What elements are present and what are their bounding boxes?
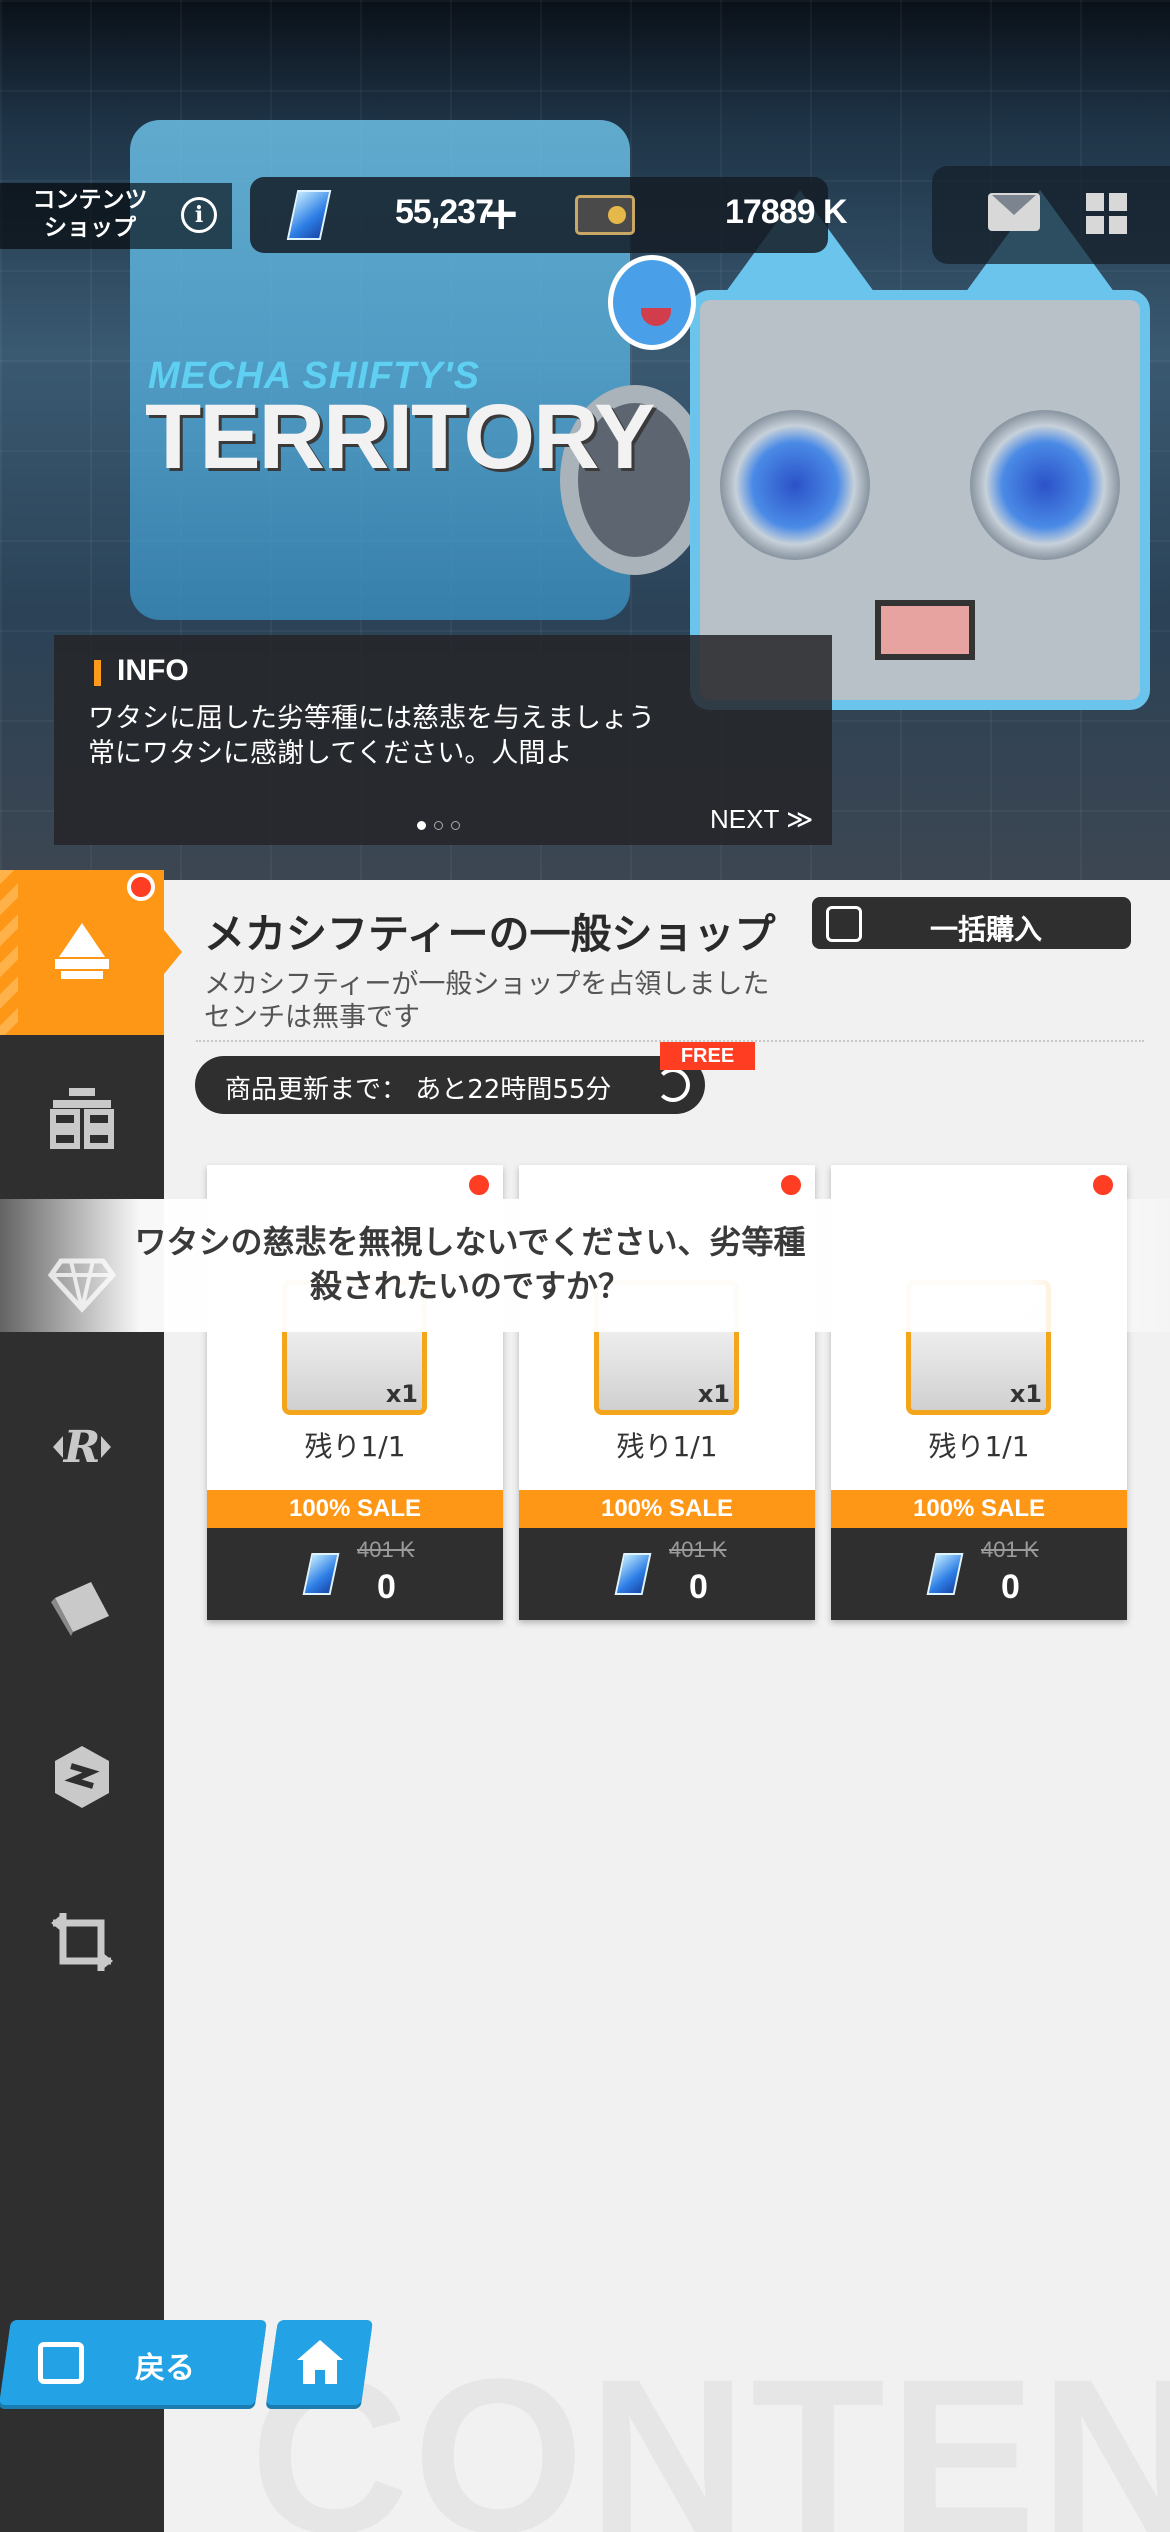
shop-title: メカシフティーの一般ショップ: [204, 910, 776, 958]
active-tab-stripe: [0, 870, 18, 1035]
banner-pagination: [417, 815, 468, 834]
toast-line-2: 殺されたいのですか？: [309, 1267, 630, 1305]
original-price: 401 K: [669, 1537, 727, 1562]
exit-door-icon: [38, 2342, 84, 2384]
hexagon-icon[interactable]: [40, 1735, 124, 1819]
next-button[interactable]: NEXT ≫: [710, 804, 813, 835]
bulk-purchase-checkbox[interactable]: [826, 906, 862, 942]
product-quantity: x1: [385, 1380, 418, 1408]
content-shop-label-line1: コンテンツ: [32, 187, 148, 213]
content-watermark: CONTENT: [250, 2330, 1170, 2532]
bulk-purchase-label: 一括購入: [930, 913, 1043, 946]
ticket-icon[interactable]: [40, 1565, 124, 1649]
info-title: INFO: [117, 654, 189, 687]
sale-price: 0: [689, 1568, 708, 1606]
page-dot[interactable]: [451, 821, 460, 830]
gem-count: 55,237: [395, 193, 494, 231]
original-price: 401 K: [357, 1537, 415, 1562]
mech-eye-right: [970, 410, 1120, 560]
product-remaining: 残り1/1: [616, 1430, 718, 1463]
toast-message: ワタシの慈悲を無視しないでください、劣等種 殺されたいのですか？: [130, 1220, 810, 1308]
home-icon: [295, 2338, 345, 2386]
shop-subtitle-line2: センチは無事です: [204, 1002, 420, 1033]
free-tag: FREE: [660, 1042, 755, 1070]
price-panel: [207, 1528, 503, 1620]
credit-count: 17889 K: [725, 193, 848, 231]
mail-icon[interactable]: [988, 193, 1040, 231]
general-shop-icon[interactable]: [40, 1075, 124, 1159]
notification-badge: [777, 1171, 805, 1199]
sale-price: 0: [377, 1568, 396, 1606]
product-remaining: 残り1/1: [928, 1430, 1030, 1463]
price-panel: [519, 1528, 815, 1620]
original-price: 401 K: [981, 1537, 1039, 1562]
recycle-r-icon[interactable]: R: [40, 1405, 124, 1489]
back-button-label: 戻る: [135, 2351, 195, 2386]
refresh-icon[interactable]: [656, 1068, 690, 1102]
credit-ticket-icon: [575, 195, 635, 235]
sale-price: 0: [1001, 1568, 1020, 1606]
info-icon[interactable]: i: [181, 197, 217, 233]
refresh-timer-text: 商品更新まで： あと22時間55分: [225, 1075, 612, 1105]
banner-logo-main: TERRITORY: [145, 386, 655, 488]
svg-text:R: R: [62, 1422, 101, 1473]
info-text: ワタシに屈した劣等種には慈悲を与えましょう 常にワタシに感謝してください。人間よ: [88, 701, 808, 771]
shop-subtitle-line1: メカシフティーが一般ショップを占領しました: [204, 969, 770, 1000]
product-quantity: x1: [697, 1380, 730, 1408]
crop-exchange-icon[interactable]: [40, 1900, 124, 1984]
info-line-1: ワタシに屈した劣等種には慈悲を与えましょう: [88, 703, 655, 734]
top-right-panel: [932, 166, 1170, 264]
mech-eye-left: [720, 410, 870, 560]
page-dot[interactable]: [434, 821, 443, 830]
notification-badge: [465, 1171, 493, 1199]
sale-label: 100% SALE: [519, 1490, 815, 1528]
active-tab-arrow: [164, 930, 182, 974]
price-panel: [831, 1528, 1127, 1620]
product-quantity: x1: [1009, 1380, 1042, 1408]
content-shop-label-line2: ショップ: [44, 215, 136, 241]
sale-shop-icon: [40, 910, 124, 994]
info-accent-bar: [94, 660, 101, 686]
grid-menu-icon[interactable]: [1086, 193, 1128, 235]
info-line-2: 常にワタシに感謝してください。人間よ: [88, 738, 573, 769]
product-remaining: 残り1/1: [304, 1430, 406, 1463]
notification-badge: [127, 873, 155, 901]
page-dot-active[interactable]: [417, 821, 426, 830]
shop-subtitle: メカシフティーが一般ショップを占領しました センチは無事です: [204, 968, 904, 1034]
add-gems-button[interactable]: +: [482, 188, 521, 238]
toast-line-1: ワタシの慈悲を無視しないでください、劣等種: [134, 1223, 806, 1261]
sale-label: 100% SALE: [831, 1490, 1127, 1528]
notification-badge: [1089, 1171, 1117, 1199]
mascot-cat-art: [608, 255, 696, 350]
sale-label: 100% SALE: [207, 1490, 503, 1528]
mech-mouth: [875, 600, 975, 660]
content-shop-label: コンテンツ ショップ: [20, 186, 160, 242]
